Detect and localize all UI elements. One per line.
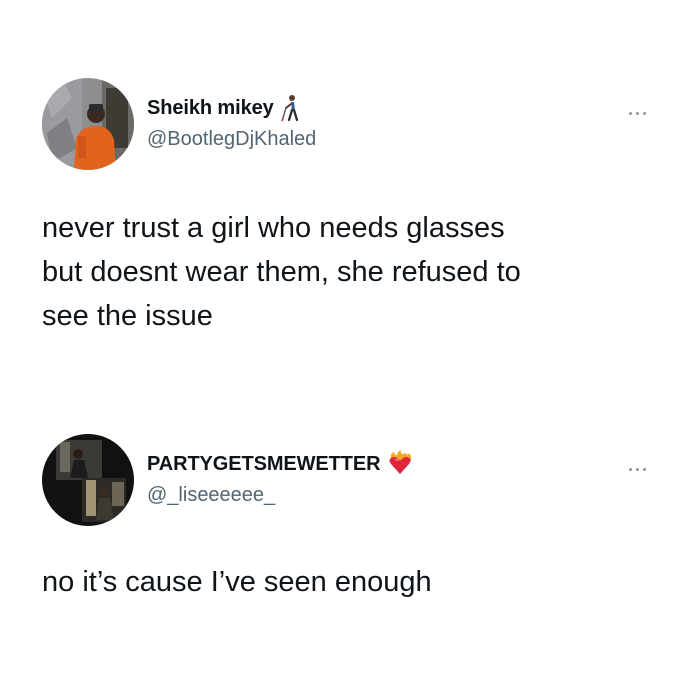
name-row: PARTYGETSMEWETTER — [147, 450, 413, 478]
more-options-icon[interactable] — [622, 106, 652, 120]
dot — [642, 111, 646, 115]
handle[interactable]: @BootlegDjKhaled — [147, 128, 316, 151]
person-with-cane-icon — [280, 94, 306, 122]
avatar-image — [42, 78, 134, 170]
tweet-text: never trust a girl who needs glasses but… — [42, 212, 521, 332]
display-name[interactable]: PARTYGETSMEWETTER — [147, 453, 381, 476]
dot — [628, 467, 632, 471]
more-options-icon[interactable] — [622, 462, 652, 476]
tweet-text: no it’s cause I’ve seen enough — [42, 566, 432, 598]
dot — [628, 111, 632, 115]
dot — [635, 111, 639, 115]
avatar[interactable] — [42, 434, 134, 526]
avatar-image — [42, 434, 134, 526]
dot — [642, 467, 646, 471]
display-name[interactable]: Sheikh mikey — [147, 97, 274, 120]
handle[interactable]: @_liseeeeee_ — [147, 484, 275, 507]
dot — [635, 467, 639, 471]
heart-on-fire-icon — [387, 450, 413, 478]
name-row: Sheikh mikey — [147, 94, 306, 122]
avatar[interactable] — [42, 78, 134, 170]
